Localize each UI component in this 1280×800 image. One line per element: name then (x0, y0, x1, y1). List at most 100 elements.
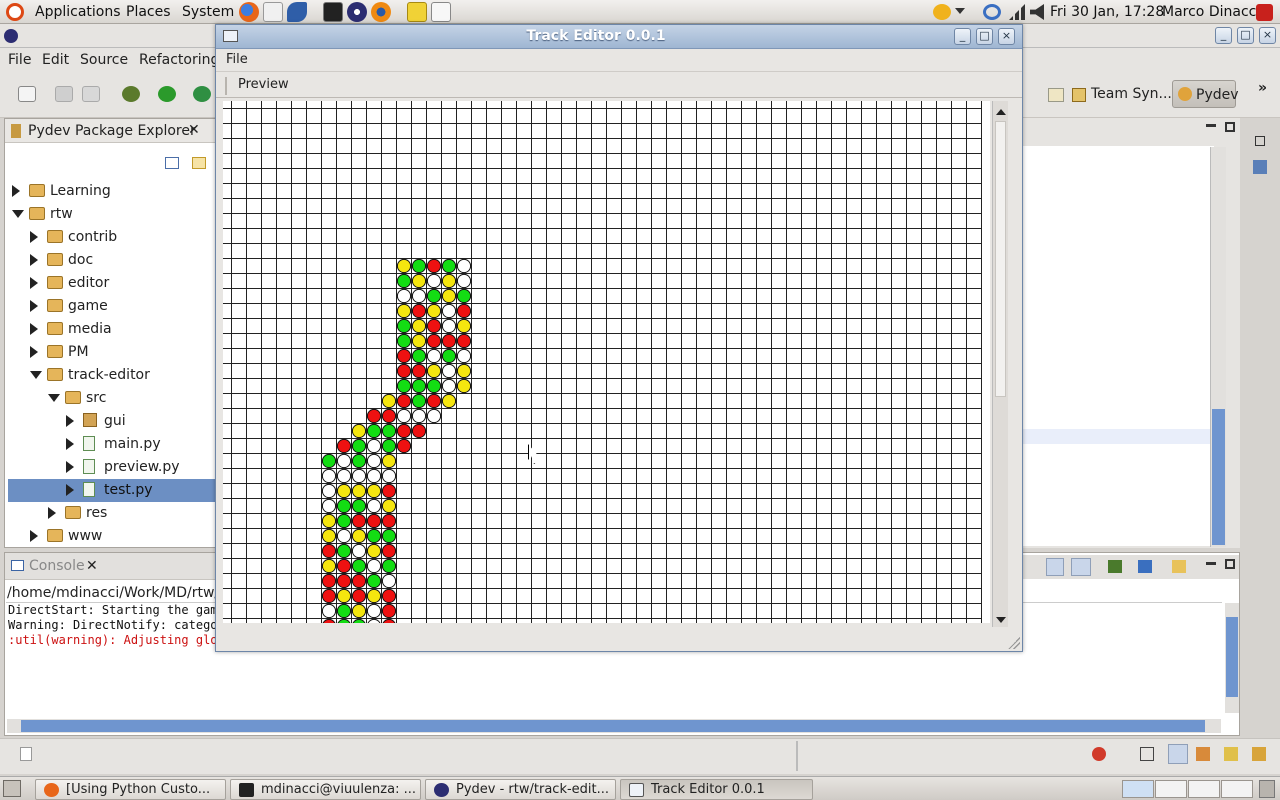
track-tile[interactable] (381, 438, 397, 454)
tree-item[interactable]: PM (8, 341, 215, 364)
menu-file[interactable]: File (8, 52, 31, 68)
track-tile[interactable] (411, 303, 427, 319)
track-tile[interactable] (441, 288, 457, 304)
track-tile[interactable] (337, 618, 351, 623)
outline-trim-icon[interactable] (1253, 160, 1267, 174)
track-tile[interactable] (321, 573, 337, 589)
track-tile[interactable] (321, 513, 337, 529)
show-desktop-icon[interactable] (3, 780, 21, 797)
open-console-icon[interactable] (1108, 560, 1122, 573)
track-tile[interactable] (426, 348, 442, 364)
taskbar-button[interactable]: Pydev - rtw/track-edit... (425, 779, 616, 800)
preview-button[interactable]: Preview (238, 77, 289, 92)
track-tile[interactable] (351, 558, 367, 574)
track-tile[interactable] (351, 528, 367, 544)
track-tile[interactable] (351, 573, 367, 589)
tree-item[interactable]: preview.py (8, 456, 215, 479)
taskbar-button[interactable]: [Using Python Custo... (35, 779, 226, 800)
close-button[interactable]: × (1259, 27, 1276, 44)
track-tile[interactable] (441, 393, 457, 409)
track-tile[interactable] (426, 303, 442, 319)
track-tile[interactable] (382, 618, 396, 623)
restore-icon[interactable] (1140, 747, 1154, 761)
expand-right-icon[interactable] (66, 461, 74, 473)
track-tile[interactable] (396, 318, 412, 334)
taskbar-button[interactable]: Track Editor 0.0.1 (620, 779, 813, 800)
expand-right-icon[interactable] (66, 415, 74, 427)
track-tile[interactable] (336, 483, 352, 499)
track-tile[interactable] (441, 273, 457, 289)
workspace-3[interactable] (1188, 780, 1220, 798)
track-tile[interactable] (381, 573, 397, 589)
track-tile[interactable] (426, 378, 442, 394)
track-tile[interactable] (321, 498, 337, 514)
scroll-up-arrow-icon[interactable] (996, 109, 1006, 115)
new-icon[interactable] (18, 86, 36, 102)
volume-icon[interactable] (1030, 4, 1044, 20)
track-tile[interactable] (411, 348, 427, 364)
track-tile[interactable] (322, 618, 336, 623)
restore-trim-icon[interactable] (1255, 136, 1265, 146)
track-tile[interactable] (456, 258, 472, 274)
minimize-view-icon[interactable] (1206, 562, 1216, 565)
track-tile[interactable] (351, 438, 367, 454)
close-icon[interactable]: ✕ (188, 122, 200, 138)
notes-icon[interactable] (407, 2, 427, 22)
expand-right-icon[interactable] (66, 484, 74, 496)
tree-item[interactable]: gui (8, 410, 215, 433)
track-tile[interactable] (381, 558, 397, 574)
track-tile[interactable] (381, 498, 397, 514)
expand-right-icon[interactable] (30, 530, 38, 542)
track-tile[interactable] (336, 573, 352, 589)
new-console-icon[interactable] (1172, 560, 1186, 573)
track-tile[interactable] (336, 468, 352, 484)
track-tile[interactable] (396, 423, 412, 439)
tasks-trim-icon[interactable] (1196, 747, 1210, 761)
fast-view-icon[interactable] (20, 747, 32, 761)
track-tile[interactable] (426, 333, 442, 349)
track-tile[interactable] (396, 363, 412, 379)
perspective-team-sync[interactable]: Team Syn... (1091, 86, 1172, 102)
console-hscroll[interactable] (7, 719, 1221, 733)
tree-item[interactable]: www (8, 525, 215, 548)
tree-item[interactable]: doc (8, 249, 215, 272)
track-tile[interactable] (381, 588, 397, 604)
taskbar-button[interactable]: mdinacci@viuulenza: ... (230, 779, 421, 800)
expand-right-icon[interactable] (30, 300, 38, 312)
run-icon[interactable] (158, 86, 176, 102)
scroll-down-arrow-icon[interactable] (996, 617, 1006, 623)
track-tile[interactable] (411, 423, 427, 439)
track-tile[interactable] (321, 453, 337, 469)
expand-right-icon[interactable] (30, 254, 38, 266)
track-tile[interactable] (411, 258, 427, 274)
track-tile[interactable] (381, 453, 397, 469)
clock[interactable]: Fri 30 Jan, 17:28 (1050, 4, 1164, 20)
chevron-down-icon[interactable] (955, 8, 965, 14)
track-tile[interactable] (321, 468, 337, 484)
minimize-button[interactable]: _ (1215, 27, 1232, 44)
track-tile[interactable] (456, 333, 472, 349)
expand-right-icon[interactable] (30, 231, 38, 243)
track-tile[interactable] (411, 288, 427, 304)
tree-item[interactable]: res (8, 502, 215, 525)
track-tile[interactable] (456, 288, 472, 304)
maximize-button[interactable]: □ (1237, 27, 1254, 44)
display-console-icon[interactable] (1138, 560, 1152, 573)
tree-item[interactable]: game (8, 295, 215, 318)
track-tile[interactable] (411, 363, 427, 379)
close-icon[interactable]: ✕ (86, 558, 98, 574)
expand-right-icon[interactable] (48, 507, 56, 519)
remove-launches-icon[interactable] (1071, 558, 1091, 576)
menu-edit[interactable]: Edit (42, 52, 69, 68)
expand-right-icon[interactable] (66, 438, 74, 450)
track-tile[interactable] (366, 438, 382, 454)
track-tile[interactable] (366, 483, 382, 499)
console-trim-icon[interactable] (1168, 744, 1188, 764)
external-tools-icon[interactable] (193, 86, 211, 102)
console-tab[interactable]: Console ✕ (5, 553, 217, 580)
ubuntu-logo-icon[interactable] (6, 3, 24, 21)
close-button[interactable]: × (998, 28, 1015, 45)
track-tile[interactable] (366, 423, 382, 439)
tree-item[interactable]: rtw (8, 203, 215, 226)
track-grid-canvas[interactable] (223, 101, 990, 623)
